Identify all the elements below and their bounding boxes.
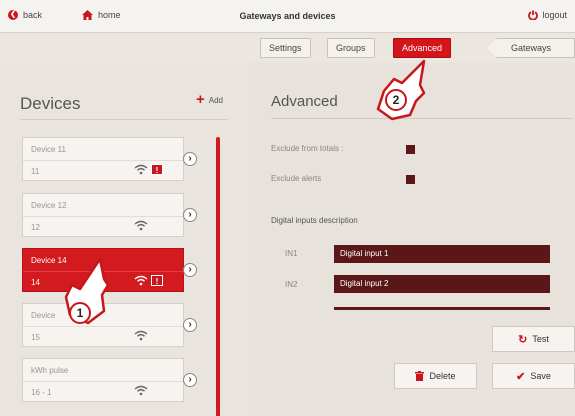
- exclude-alerts-label: Exclude alerts: [271, 174, 322, 183]
- step-2-callout: 2: [385, 89, 407, 111]
- tab-advanced[interactable]: Advanced: [393, 38, 452, 58]
- power-icon: [528, 10, 539, 20]
- device-item-12[interactable]: Device 12 12: [22, 193, 184, 237]
- add-label: Add: [208, 95, 223, 105]
- input-label-in2: IN2: [285, 280, 298, 289]
- logout-button[interactable]: logout: [528, 10, 567, 20]
- divider: [23, 160, 183, 161]
- wifi-icon: [134, 164, 148, 175]
- device-id: 12: [31, 223, 40, 232]
- advanced-title: Advanced: [271, 93, 338, 110]
- logout-label: logout: [542, 10, 567, 20]
- page-title: Gateways and devices: [239, 11, 336, 21]
- wifi-icon: [134, 220, 148, 231]
- device-chevron-button[interactable]: ›: [183, 208, 197, 222]
- alert-badge: !: [151, 164, 163, 175]
- devices-scrollbar[interactable]: [216, 137, 220, 416]
- digital-input-3-field[interactable]: [334, 307, 550, 310]
- wifi-icon: [134, 330, 148, 341]
- digital-inputs-title: Digital inputs description: [271, 216, 358, 225]
- delete-button[interactable]: Delete: [394, 363, 477, 389]
- plus-icon: +: [196, 91, 205, 108]
- test-button[interactable]: ↻ Test: [492, 326, 575, 352]
- tab-groups[interactable]: Groups: [327, 38, 375, 58]
- tab-settings[interactable]: Settings: [260, 38, 311, 58]
- save-label: Save: [530, 371, 551, 381]
- checkmark-icon: ✔: [516, 370, 526, 383]
- save-button[interactable]: ✔ Save: [492, 363, 575, 389]
- exclude-totals-label: Exclude from totals :: [271, 144, 344, 153]
- top-bar: ❮ back home Gateways and devices logout: [0, 0, 575, 33]
- device-id: 16 - 1: [31, 388, 52, 397]
- device-item-11[interactable]: Device 11 11 !: [22, 137, 184, 181]
- wifi-icon: [134, 275, 148, 286]
- divider: [20, 119, 228, 120]
- trash-icon: [415, 371, 425, 381]
- exclude-totals-checkbox[interactable]: [406, 145, 415, 154]
- device-name: kWh pulse: [31, 366, 69, 375]
- device-id: 14: [31, 278, 40, 287]
- digital-input-2-field[interactable]: [334, 275, 550, 293]
- wifi-icon: [134, 385, 148, 396]
- device-id: 15: [31, 333, 40, 342]
- device-id: 11: [31, 167, 40, 176]
- devices-title: Devices: [20, 94, 81, 113]
- alert-badge: !: [151, 275, 163, 286]
- delete-label: Delete: [429, 371, 456, 381]
- device-name: Device 12: [31, 201, 67, 210]
- device-name: Device 11: [31, 145, 66, 154]
- devices-panel: Devices + Add Device 11 11 ! › Device 12…: [0, 63, 248, 416]
- exclude-alerts-checkbox[interactable]: [406, 175, 415, 184]
- digital-input-1-field[interactable]: [334, 245, 550, 263]
- input-label-in1: IN1: [285, 249, 298, 258]
- device-item-kwh-pulse[interactable]: kWh pulse 16 - 1: [22, 358, 184, 402]
- device-chevron-button[interactable]: ›: [183, 263, 197, 277]
- divider: [23, 381, 183, 382]
- device-chevron-button[interactable]: ›: [183, 152, 197, 166]
- divider: [23, 216, 183, 217]
- refresh-icon: ↻: [518, 333, 528, 346]
- device-chevron-button[interactable]: ›: [183, 373, 197, 387]
- device-chevron-button[interactable]: ›: [183, 318, 197, 332]
- device-name: Device: [31, 311, 56, 320]
- add-device-button[interactable]: + Add: [196, 91, 223, 108]
- test-label: Test: [532, 334, 549, 344]
- step-1-callout: 1: [69, 302, 91, 324]
- tab-row: Settings Groups Advanced Gateways: [0, 33, 575, 63]
- gateways-back-tab[interactable]: Gateways: [487, 38, 575, 58]
